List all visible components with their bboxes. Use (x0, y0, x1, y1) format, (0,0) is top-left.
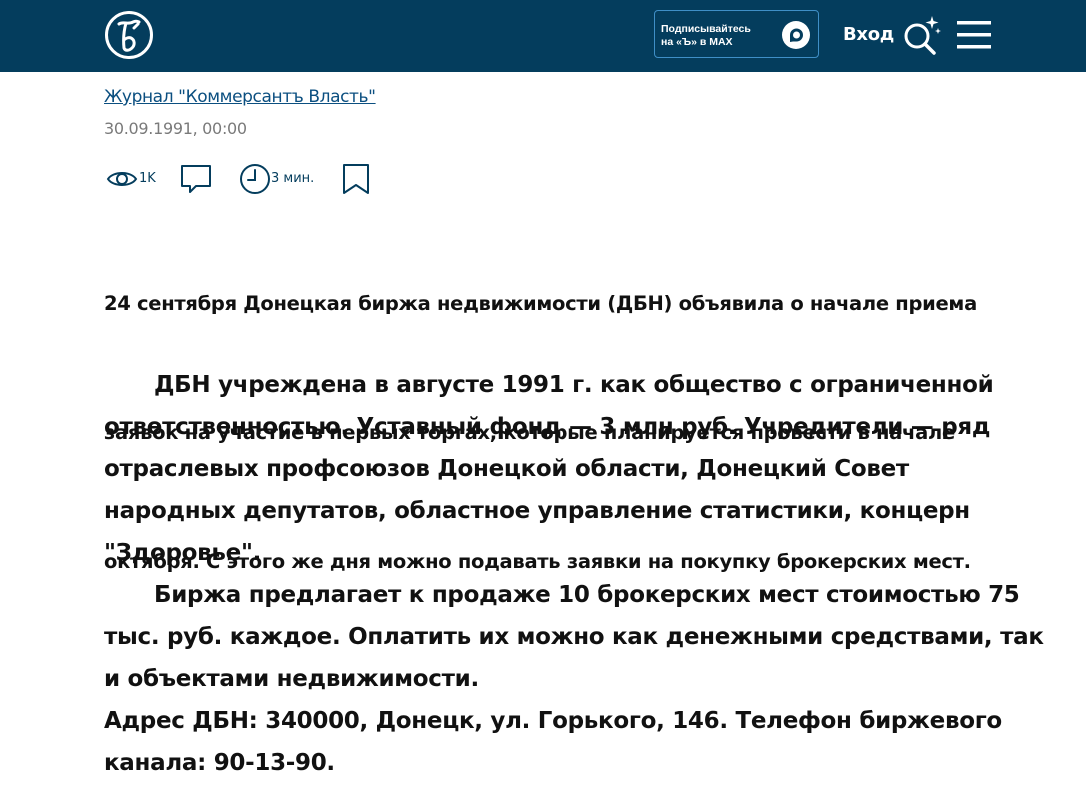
source-journal-link[interactable]: Журнал "Коммерсантъ Власть" (104, 87, 376, 107)
login-button[interactable]: Вход (843, 24, 894, 45)
subscribe-label: Подписывайтесь на «Ъ» в MAX (661, 23, 751, 48)
subscribe-max-button[interactable]: Подписывайтесь на «Ъ» в MAX (654, 10, 819, 58)
kommersant-logo-icon[interactable] (104, 10, 154, 60)
max-messenger-icon (782, 21, 810, 49)
lead-line: 24 сентября Донецкая биржа недвижимости … (104, 292, 977, 315)
paragraph-line: ответственностью. Уставный фонд — 3 млн … (104, 414, 991, 440)
read-time: 3 мин. (271, 171, 315, 186)
search-icon[interactable] (901, 14, 943, 56)
paragraph-line: Адрес ДБН: 340000, Донецк, ул. Горького,… (104, 708, 1002, 734)
menu-icon[interactable] (956, 18, 992, 52)
paragraph-line: "Здоровье". (104, 540, 262, 566)
views-count: 1K (139, 171, 156, 186)
paragraph-line: Биржа предлагает к продаже 10 брокерских… (154, 582, 1020, 608)
paragraph-line: и объектами недвижимости. (104, 666, 479, 692)
paragraph-line: тыс. руб. каждое. Оплатить их можно как … (104, 624, 1044, 650)
article-paragraph-3: Адрес ДБН: 340000, Донецк, ул. Горького,… (104, 700, 1024, 784)
article-paragraph-2: Биржа предлагает к продаже 10 брокерских… (104, 574, 1044, 700)
article-paragraph-1: ДБН учреждена в августе 1991 г. как обще… (104, 364, 1024, 574)
paragraph-line: ДБН учреждена в августе 1991 г. как обще… (154, 372, 994, 398)
publish-date: 30.09.1991, 00:00 (104, 119, 247, 138)
paragraph-line: отраслевых профсоюзов Донецкой области, … (104, 456, 909, 482)
paragraph-line: народных депутатов, областное управление… (104, 498, 970, 524)
eye-icon (106, 172, 138, 186)
comments-icon[interactable] (180, 163, 212, 195)
bookmark-icon[interactable] (340, 163, 372, 195)
paragraph-line: канала: 90-13-90. (104, 750, 335, 776)
top-bar: Подписывайтесь на «Ъ» в MAX Вход (0, 0, 1086, 72)
clock-icon (240, 164, 270, 194)
